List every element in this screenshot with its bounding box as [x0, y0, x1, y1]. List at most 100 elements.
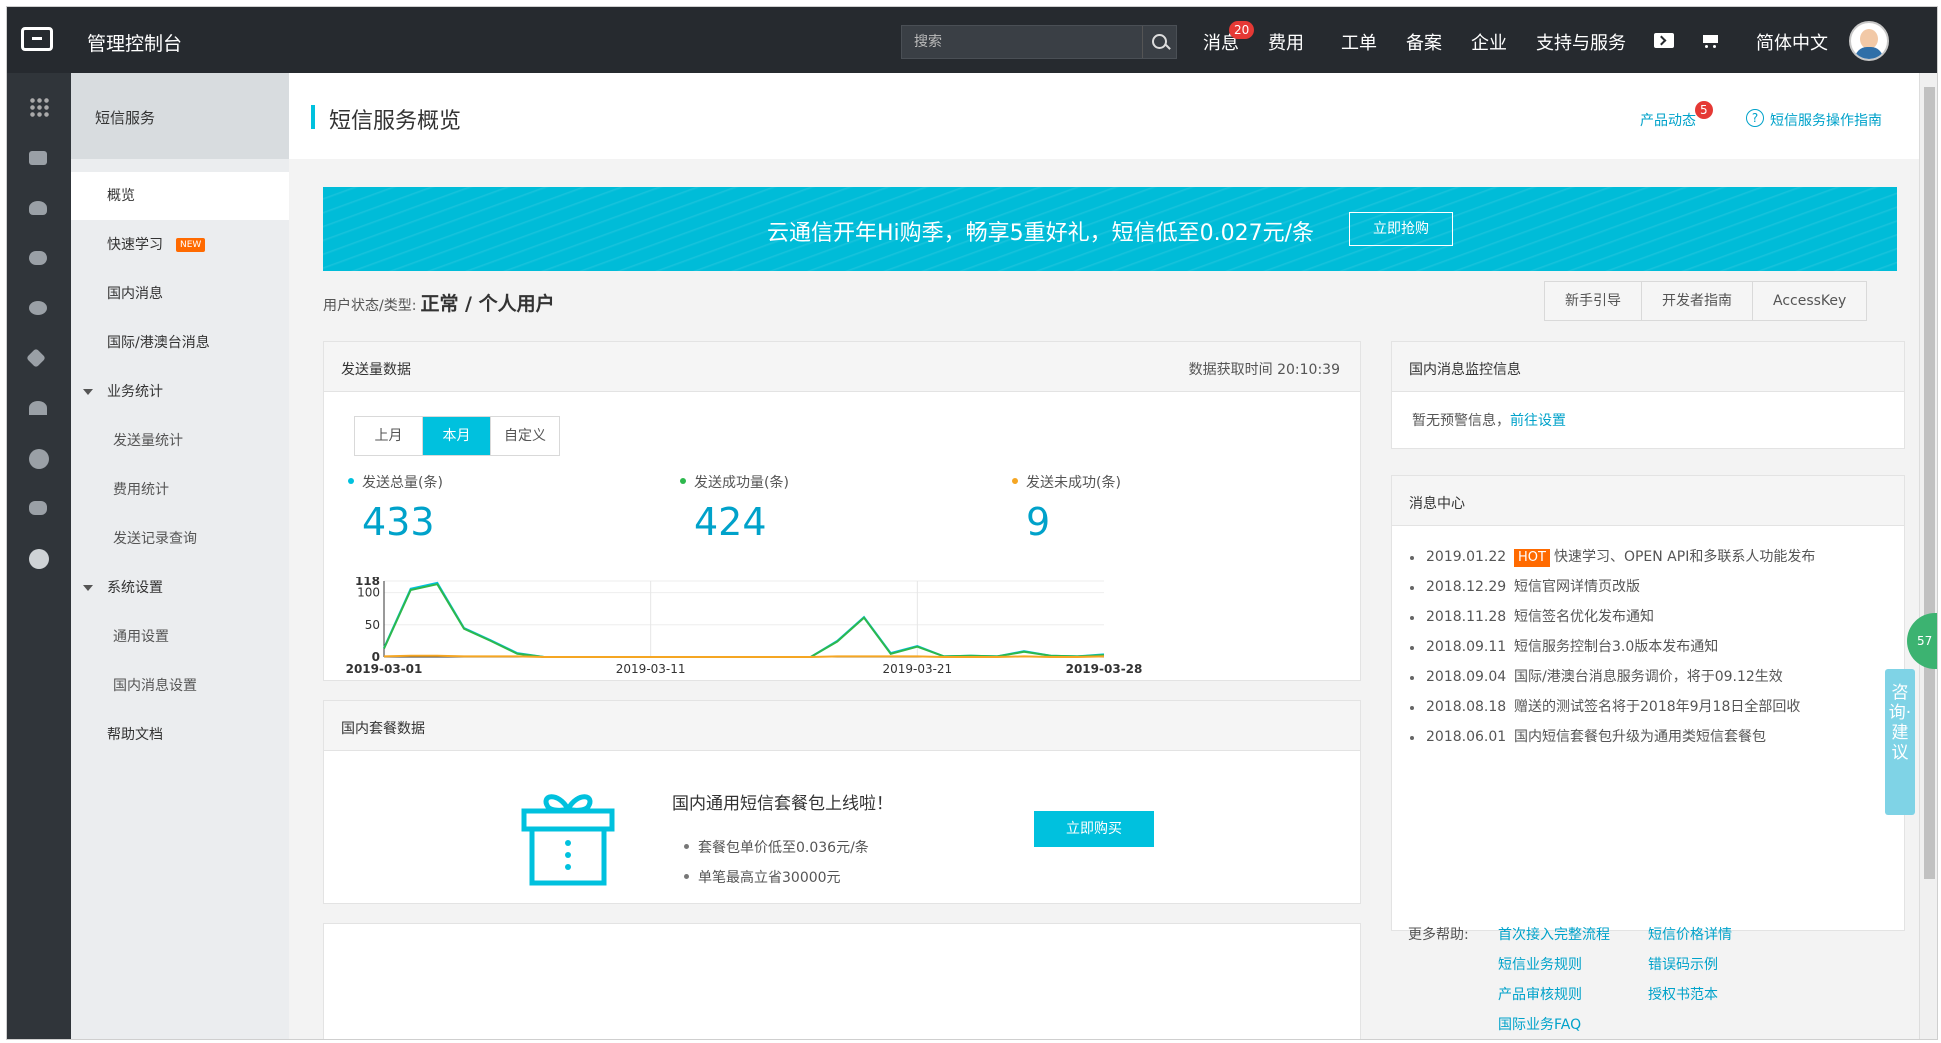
feedback-widget[interactable]: 咨询·建议	[1885, 669, 1915, 815]
user-status-label: 用户状态/类型:	[323, 298, 417, 314]
sidebar-item-international[interactable]: 国际/港澳台消息	[71, 319, 289, 367]
cdn-icon[interactable]	[29, 301, 47, 315]
status-dot-icon[interactable]	[29, 549, 49, 569]
message-service-icon[interactable]	[29, 501, 47, 515]
product-news-link[interactable]: 产品动态	[1640, 110, 1696, 130]
main-content: 短信服务概览 产品动态 5 ? 短信服务操作指南 云通信开年Hi购季，畅享5重好…	[289, 73, 1919, 1039]
promo-banner[interactable]: 云通信开年Hi购季，畅享5重好礼，短信低至0.027元/条 立即抢购	[323, 187, 1897, 271]
tab-this-month[interactable]: 本月	[423, 417, 491, 455]
sidebar-item-label: 国内消息设置	[113, 678, 197, 694]
scroll-thumb[interactable]	[1924, 87, 1935, 879]
help-link-first-access[interactable]: 首次接入完整流程	[1498, 924, 1610, 944]
list-item[interactable]: 2018.11.28 短信签名优化发布通知	[1408, 602, 1815, 632]
buy-package-button[interactable]: 立即购买	[1034, 811, 1154, 847]
console-title[interactable]: 管理控制台	[87, 29, 182, 56]
sidebar-item-label: 帮助文档	[107, 727, 163, 743]
help-link-authorization[interactable]: 授权书范本	[1648, 984, 1718, 1004]
message-count-badge: 20	[1229, 21, 1255, 39]
more-help-label: 更多帮助:	[1408, 927, 1469, 943]
sidebar-item-cost-stats[interactable]: 费用统计	[71, 466, 289, 514]
news-text: 短信签名优化发布通知	[1514, 609, 1654, 625]
avatar[interactable]	[1849, 21, 1889, 61]
language-switch[interactable]: 简体中文	[1756, 29, 1828, 55]
list-item[interactable]: 2018.12.29 短信官网详情页改版	[1408, 572, 1815, 602]
sidebar-item-label: 概览	[107, 188, 135, 204]
user-status: 用户状态/类型: 正常 / 个人用户	[323, 289, 555, 316]
list-item[interactable]: 2018.09.04 国际/港澳台消息服务调价，将于09.12生效	[1408, 662, 1815, 692]
nav-billing[interactable]: 费用	[1268, 29, 1304, 55]
sidebar-item-label: 发送记录查询	[113, 531, 197, 547]
period-tabs: 上月 本月 自定义	[354, 416, 560, 456]
sidebar-group-settings[interactable]: 系统设置	[71, 564, 289, 612]
title-accent-bar	[311, 105, 315, 129]
sidebar-item-general-settings[interactable]: 通用设置	[71, 613, 289, 661]
stat-failed: 发送未成功(条) 9	[1012, 472, 1121, 544]
card-header: 国内套餐数据	[324, 701, 1360, 751]
cluster-icon[interactable]	[29, 401, 47, 415]
sidebar-item-domestic[interactable]: 国内消息	[71, 270, 289, 318]
help-link-rules[interactable]: 短信业务规则	[1498, 954, 1582, 974]
banner-buy-button[interactable]: 立即抢购	[1349, 212, 1453, 246]
cloud-icon[interactable]	[29, 251, 47, 265]
news-text: 短信官网详情页改版	[1514, 579, 1640, 595]
list-item[interactable]: 2018.09.11 短信服务控制台3.0版本发布通知	[1408, 632, 1815, 662]
next-card	[323, 923, 1361, 1039]
x-tick-label: 2019-03-01	[346, 662, 423, 675]
product-rail	[7, 73, 71, 1039]
help-icon[interactable]: ?	[1746, 109, 1764, 127]
guide-link[interactable]: 短信服务操作指南	[1770, 110, 1882, 130]
help-link-international-faq[interactable]: 国际业务FAQ	[1498, 1014, 1581, 1034]
monitor-settings-link[interactable]: 前往设置	[1510, 413, 1566, 429]
x-tick-label: 2019-03-21	[882, 662, 952, 675]
server-icon[interactable]	[29, 151, 47, 165]
nav-support[interactable]: 支持与服务	[1536, 29, 1626, 55]
list-item[interactable]: 2019.01.22 HOT 快速学习、OPEN API和多联系人功能发布	[1408, 542, 1815, 572]
sidebar-item-help-docs[interactable]: 帮助文档	[71, 711, 289, 759]
cart-icon[interactable]	[1700, 33, 1720, 49]
sidebar-title: 短信服务	[95, 109, 156, 127]
caret-down-icon	[83, 389, 93, 395]
monitor-status: 暂无预警信息，	[1412, 413, 1510, 429]
y-tick-label: 118	[355, 577, 380, 588]
series-line-1	[383, 583, 1105, 658]
sms-sidebar: 短信服务 概览 快速学习 NEW 国内消息 国际/港澳台消息 业务统计 发送量统计…	[71, 73, 289, 1039]
tab-last-month[interactable]: 上月	[355, 417, 423, 455]
sidebar-item-label: 业务统计	[107, 384, 163, 400]
news-text: 快速学习、OPEN API和多联系人功能发布	[1553, 549, 1816, 565]
search-icon[interactable]	[1142, 26, 1176, 58]
aliyun-logo-icon[interactable]	[21, 27, 53, 51]
help-link-error-codes[interactable]: 错误码示例	[1648, 954, 1718, 974]
stat-label: 发送未成功(条)	[1012, 472, 1121, 492]
page-header: 短信服务概览 产品动态 5 ? 短信服务操作指南	[289, 73, 1919, 159]
sidebar-item-quick-learn[interactable]: 快速学习 NEW	[71, 221, 289, 269]
sidebar-item-overview[interactable]: 概览	[71, 172, 289, 220]
terminal-icon[interactable]	[1654, 33, 1674, 48]
list-item[interactable]: 2018.08.18 赠送的测试签名将于2018年9月18日全部回收	[1408, 692, 1815, 722]
nav-enterprise[interactable]: 企业	[1471, 29, 1507, 55]
list-item[interactable]: 2018.06.01 国内短信套餐包升级为通用类短信套餐包	[1408, 722, 1815, 752]
accesskey-button[interactable]: AccessKey	[1753, 282, 1866, 320]
news-date: 2018.11.28	[1426, 609, 1507, 625]
network-icon[interactable]	[26, 348, 46, 368]
nav-tickets[interactable]: 工单	[1341, 29, 1377, 55]
sidebar-item-label: 费用统计	[113, 482, 169, 498]
sidebar-item-send-stats[interactable]: 发送量统计	[71, 417, 289, 465]
help-link-pricing[interactable]: 短信价格详情	[1648, 924, 1732, 944]
database-icon[interactable]	[29, 201, 47, 215]
search-input[interactable]	[902, 26, 1140, 58]
tab-custom[interactable]: 自定义	[491, 417, 559, 455]
nav-icp[interactable]: 备案	[1406, 29, 1442, 55]
sidebar-group-statistics[interactable]: 业务统计	[71, 368, 289, 416]
grid-menu-icon[interactable]	[29, 97, 49, 117]
globe-icon[interactable]	[29, 449, 49, 469]
news-date: 2018.12.29	[1426, 579, 1507, 595]
developer-guide-button[interactable]: 开发者指南	[1642, 282, 1753, 320]
beginner-guide-button[interactable]: 新手引导	[1545, 282, 1642, 320]
scrollbar[interactable]	[1919, 73, 1937, 1039]
product-news-badge: 5	[1695, 101, 1713, 119]
sidebar-item-domestic-settings[interactable]: 国内消息设置	[71, 662, 289, 710]
news-list: 2019.01.22 HOT 快速学习、OPEN API和多联系人功能发布 2018…	[1408, 542, 1815, 752]
help-link-review-rules[interactable]: 产品审核规则	[1498, 984, 1582, 1004]
sidebar-item-send-records[interactable]: 发送记录查询	[71, 515, 289, 563]
news-date: 2019.01.22	[1426, 549, 1507, 565]
